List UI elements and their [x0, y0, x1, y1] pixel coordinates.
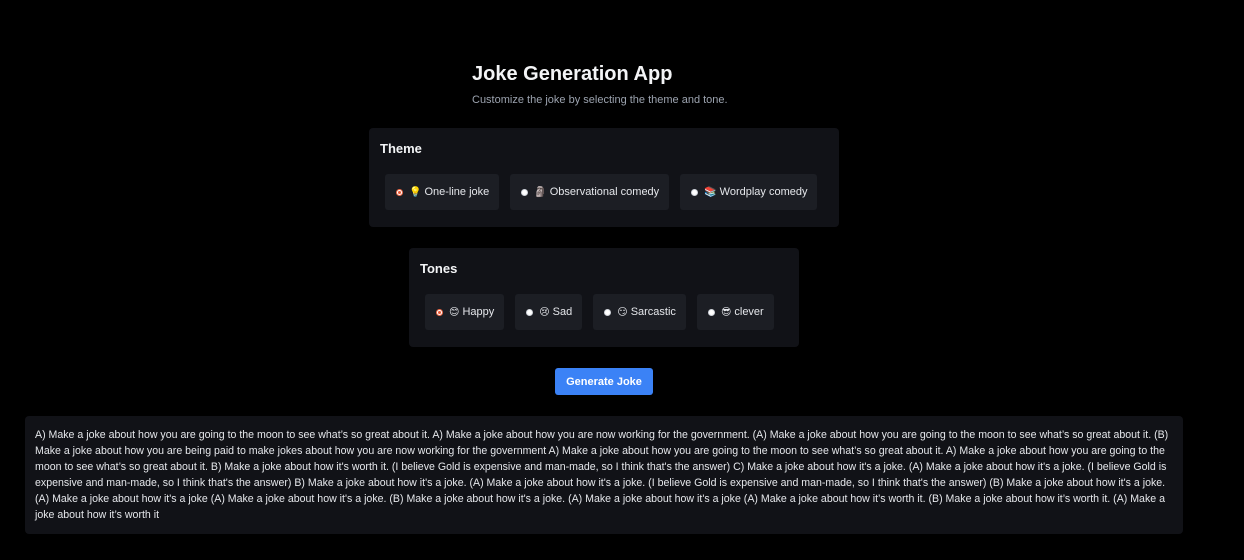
page-title: Joke Generation App	[472, 63, 673, 85]
book-icon: 📚	[704, 186, 717, 198]
sad-face-icon: 😢	[539, 306, 550, 318]
tone-option-label: clever	[734, 306, 764, 318]
theme-option-wordplay-comedy[interactable]: 📚 Wordplay comedy	[680, 174, 818, 210]
tone-option-label: Happy	[462, 306, 495, 318]
theme-option-label: One-line joke	[424, 186, 490, 198]
tones-panel: Tones 😊 Happy 😢 Sad 😏 Sarcastic 😎 clever	[409, 248, 799, 347]
tone-option-sarcastic[interactable]: 😏 Sarcastic	[593, 294, 686, 330]
theme-panel: Theme 💡 One-line joke 🗿 Observational co…	[369, 128, 839, 227]
app-header: Joke Generation App Customize the joke b…	[472, 62, 728, 107]
theme-option-label: Wordplay comedy	[719, 186, 808, 198]
sunglasses-face-icon: 😎	[720, 306, 732, 318]
smirking-face-icon: 😏	[617, 306, 628, 318]
theme-radio-observational-comedy[interactable]	[521, 188, 529, 196]
tone-option-happy[interactable]: 😊 Happy	[425, 294, 505, 330]
lightbulb-icon: 💡	[409, 186, 422, 198]
theme-radio-wordplay-comedy[interactable]	[691, 188, 699, 196]
joke-output: A) Make a joke about how you are going t…	[25, 416, 1183, 534]
theme-panel-title: Theme	[380, 141, 422, 156]
page-subtitle: Customize the joke by selecting the them…	[472, 94, 728, 106]
smiling-face-icon: 😊	[449, 306, 460, 318]
tone-radio-clever[interactable]	[707, 308, 715, 316]
tones-panel-title: Tones	[420, 261, 458, 276]
generate-joke-button[interactable]: Generate Joke	[555, 368, 653, 395]
tone-option-clever[interactable]: 😎 clever	[696, 294, 774, 330]
tone-radio-sad[interactable]	[526, 308, 534, 316]
tone-options: 😊 Happy 😢 Sad 😏 Sarcastic 😎 clever	[425, 294, 774, 330]
tone-option-label: Sad	[552, 306, 573, 318]
theme-radio-one-line-joke[interactable]	[396, 188, 403, 196]
theme-option-one-line-joke[interactable]: 💡 One-line joke	[385, 174, 500, 210]
tone-option-label: Sarcastic	[630, 306, 676, 318]
tone-radio-sarcastic[interactable]	[604, 308, 612, 316]
tone-option-sad[interactable]: 😢 Sad	[515, 294, 583, 330]
tone-radio-happy[interactable]	[436, 308, 443, 316]
statue-icon: 🗿	[534, 186, 547, 198]
app-page: Joke Generation App Customize the joke b…	[0, 0, 1244, 560]
theme-option-label: Observational comedy	[549, 186, 660, 198]
theme-options: 💡 One-line joke 🗿 Observational comedy 📚…	[385, 174, 818, 210]
theme-option-observational-comedy[interactable]: 🗿 Observational comedy	[510, 174, 670, 210]
